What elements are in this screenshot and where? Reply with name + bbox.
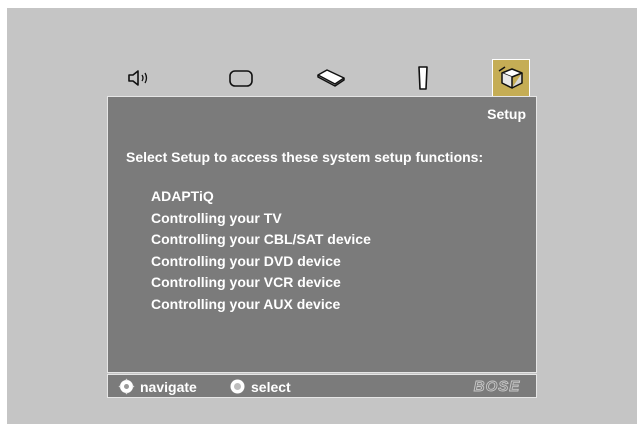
setup-box-icon xyxy=(498,65,523,89)
navigate-pad-icon xyxy=(118,378,135,395)
select-button-icon xyxy=(229,378,246,395)
footer-bar: navigate select BOSE xyxy=(107,374,537,398)
menu-item-vcr[interactable]: Controlling your VCR device xyxy=(151,272,371,294)
tab-setup[interactable] xyxy=(492,59,530,98)
menu-item-adaptiq[interactable]: ADAPTiQ xyxy=(151,186,371,208)
navigate-label: navigate xyxy=(140,378,197,395)
screen: Setup Select Setup to access these syste… xyxy=(7,8,637,424)
tab-video[interactable] xyxy=(223,60,259,96)
navigate-hint: navigate xyxy=(118,378,197,395)
setup-panel: Setup Select Setup to access these syste… xyxy=(107,96,537,373)
bose-logo: BOSE xyxy=(466,377,528,400)
tab-remote[interactable] xyxy=(405,60,441,96)
select-hint: select xyxy=(229,378,291,395)
setup-prompt: Select Setup to access these system setu… xyxy=(126,149,484,165)
select-label: select xyxy=(251,378,291,395)
panel-title: Setup xyxy=(487,106,526,122)
disc-tray-icon xyxy=(317,69,345,87)
tab-source[interactable] xyxy=(313,60,349,96)
svg-text:BOSE: BOSE xyxy=(474,378,521,395)
menu-item-aux[interactable]: Controlling your AUX device xyxy=(151,294,371,316)
setup-menu: ADAPTiQ Controlling your TV Controlling … xyxy=(151,186,371,315)
remote-icon xyxy=(418,66,428,90)
menu-item-dvd[interactable]: Controlling your DVD device xyxy=(151,251,371,273)
tab-audio[interactable] xyxy=(122,60,158,96)
menu-item-cbl-sat[interactable]: Controlling your CBL/SAT device xyxy=(151,229,371,251)
menu-item-tv[interactable]: Controlling your TV xyxy=(151,208,371,230)
tv-screen-icon xyxy=(229,70,253,87)
speaker-icon xyxy=(128,70,148,86)
